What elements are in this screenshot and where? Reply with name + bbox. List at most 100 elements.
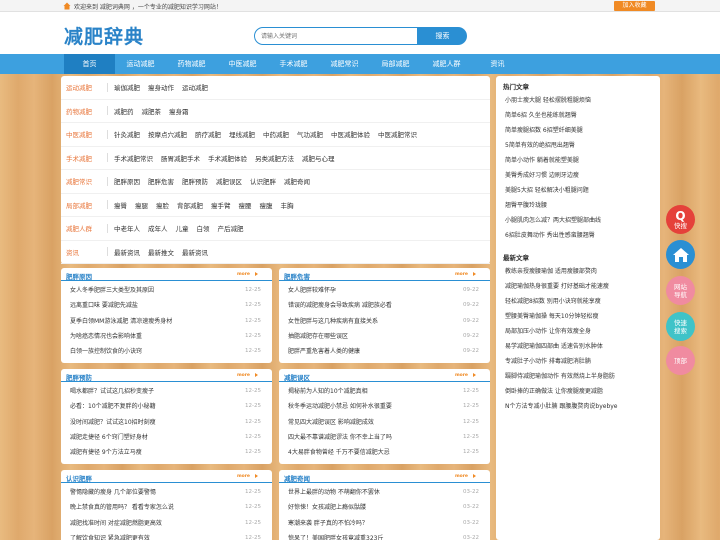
article-item[interactable]: 夏季白领MM游泳减肥 清凉速瘦秀身材 12-25 [61,314,272,329]
article-item[interactable]: 减肥找准时间 对症减肥燃脂更高效 12-25 [61,516,272,531]
sidebar-article[interactable]: 轻松减肥8招数 别用小诀窍就能享瘦 [505,294,655,309]
article-title[interactable]: 晚上禁食真的管用吗？ 看看专家怎么说 [70,504,174,511]
category-link[interactable]: 最新推文 [148,247,174,257]
article-title[interactable]: 世界上最胖的动物 不萌翻你不罢休 [288,489,380,496]
article-title[interactable]: 四大最不靠谱减肥谬法 你不幸上当了吗 [288,434,392,441]
more-link[interactable]: more [455,373,468,378]
article-item[interactable]: 减肥走捷径 6个窍门塑好身材 12-25 [61,430,272,445]
article-item[interactable]: 必看：10个减肥不复胖的小秘籍 12-25 [61,399,272,414]
category-link[interactable]: 瘦身霜 [169,106,189,116]
category-name[interactable]: 资讯 [61,247,107,257]
sidebar-article[interactable]: 塑腰美臀瑜伽操 每天10分钟轻松瘦 [505,309,655,324]
category-name[interactable]: 局部减肥 [61,200,107,210]
category-link[interactable]: 减肥与心理 [302,153,335,163]
category-link[interactable]: 脐疗减肥 [195,129,221,139]
sidebar-article[interactable]: 教练亲授瘦腰瑜伽 适用瘦腰部赘肉 [505,264,655,279]
article-item[interactable]: 女性肥胖与这几种疾病有直接关系 09-22 [279,314,490,329]
category-link[interactable]: 瘦身动作 [148,82,174,92]
category-link[interactable]: 减肥茶 [142,106,162,116]
home-button[interactable] [666,240,695,269]
article-title[interactable]: 肥胖严重危害着人类的健康 [288,348,360,355]
nav-knowledge[interactable]: 减肥常识 [319,54,370,74]
article-item[interactable]: 晚上禁食真的管用吗？ 看看专家怎么说 12-25 [61,500,272,515]
sidebar-article[interactable]: 5简单有效的绝招甩出翘臀 [505,138,655,153]
article-title[interactable]: 女性肥胖与这几种疾病有直接关系 [288,318,378,325]
sidebar-article[interactable]: 专减肚子小动作 排毒减肥消肚腩 [505,354,655,369]
article-item[interactable]: 秋冬季运动减肥小禁忌 如何补水很重要 12-25 [279,399,490,414]
category-link[interactable]: 瘦腰 [239,200,252,210]
category-link[interactable]: 产后减肥 [218,223,244,233]
article-item[interactable]: 女人冬季肥胖三大类型及其原因 12-25 [61,283,272,298]
article-title[interactable]: 惊呆了！美国肥胖女孩竟减重323斤 [288,535,383,540]
category-link[interactable]: 瘦手臂 [211,200,231,210]
article-title[interactable]: 了解饮食知识 紧急减肥更有效 [70,535,150,540]
sidebar-article[interactable]: 6招肚皮舞动作 秀出性感蛮腰翘臀 [505,228,655,243]
article-item[interactable]: 揭秘前为人知的10个减肥真相 12-25 [279,384,490,399]
article-title[interactable]: 揭秘前为人知的10个减肥真相 [288,388,368,395]
more-link[interactable]: more [237,373,250,378]
category-link[interactable]: 中医减肥体验 [331,129,370,139]
sidebar-article[interactable]: 小腿肌肉怎么减？两大招塑腿部曲线 [505,213,655,228]
sidebar-article[interactable]: 简单6招 久坐也能练就翘臀 [505,108,655,123]
category-link[interactable]: 减肥奇闻 [284,176,310,186]
sidebar-article[interactable]: 美臀秀成好习惯 边刷牙边瘦 [505,168,655,183]
article-item[interactable]: 4大易胖食物曾经 千万不要信减肥大忌 12-25 [279,445,490,460]
nav-local[interactable]: 局部减肥 [370,54,421,74]
article-item[interactable]: 抽脂减肥存在哪些误区 09-22 [279,329,490,344]
category-link[interactable]: 成年人 [148,223,168,233]
nav-news[interactable]: 资讯 [472,54,523,74]
article-title[interactable]: 为啥癌恋情况也会影响体重 [70,333,142,340]
category-name[interactable]: 手术减肥 [61,153,107,163]
article-title[interactable]: 远离重口味 要减肥先减盐 [70,302,138,309]
category-link[interactable]: 丰胸 [281,200,294,210]
category-link[interactable]: 肥胖预防 [182,176,208,186]
article-title[interactable]: 女人冬季肥胖三大类型及其原因 [70,287,154,294]
category-link[interactable]: 肠胃减肥手术 [161,153,200,163]
category-link[interactable]: 另类减肥方法 [255,153,294,163]
article-item[interactable]: 世界上最胖的动物 不萌翻你不罢休 03-22 [279,485,490,500]
nav-people[interactable]: 减肥人群 [421,54,472,74]
site-logo[interactable]: 减肥辞典 [64,22,144,49]
nav-surgery[interactable]: 手术减肥 [268,54,319,74]
article-item[interactable]: 常见四大减肥误区 影响减肥成效 12-25 [279,415,490,430]
sidebar-article[interactable]: 翘臀平腹玲珑腰 [505,198,655,213]
article-title[interactable]: 好惊悚！女孩减肥上瘾似骷髅 [288,504,366,511]
site-nav-button[interactable]: 网站 导航 [666,276,695,305]
category-link[interactable]: 手术减肥常识 [114,153,153,163]
search-button[interactable]: 搜索 [418,27,467,45]
article-item[interactable]: 女人肥胖较难怀孕 09-22 [279,283,490,298]
article-title[interactable]: 减肥找准时间 对症减肥燃脂更高效 [70,520,162,527]
article-item[interactable]: 为啥癌恋情况也会影响体重 12-25 [61,329,272,344]
category-link[interactable]: 白领 [197,223,210,233]
article-item[interactable]: 远离重口味 要减肥先减盐 12-25 [61,298,272,313]
article-title[interactable]: 夏季白领MM游泳减肥 清凉速瘦秀身材 [70,318,172,325]
back-to-top-button[interactable]: 顶部 [666,346,695,375]
category-link[interactable]: 按摩点穴减肥 [148,129,187,139]
article-item[interactable]: 错误的减肥瘦身会导致疾病 减肥族必看 09-22 [279,298,490,313]
article-title[interactable]: 寒潮来袭 胖子真的不怕冷吗？ [288,520,368,527]
add-favorite-button[interactable]: 加入收藏 [614,1,655,11]
category-link[interactable]: 针灸减肥 [114,129,140,139]
article-title[interactable]: 女人肥胖较难怀孕 [288,287,336,294]
article-title[interactable]: 警惕隐藏的瘦身 几个部位要警惕 [70,489,156,496]
article-item[interactable]: 减肥有捷径 9个方法立马瘦 12-25 [61,445,272,460]
category-link[interactable]: 减肥误区 [216,176,242,186]
category-name[interactable]: 减肥人群 [61,223,107,233]
article-item[interactable]: 惊呆了！美国肥胖女孩竟减重323斤 03-22 [279,531,490,540]
article-title[interactable]: 秋冬季运动减肥小禁忌 如何补水很重要 [288,403,392,410]
nav-drug[interactable]: 药物减肥 [166,54,217,74]
article-title[interactable]: 减肥走捷径 6个窍门塑好身材 [70,434,148,441]
article-title[interactable]: 白领一族控制饮食的小诀窍 [70,348,142,355]
article-item[interactable]: 好惊悚！女孩减肥上瘾似骷髅 03-22 [279,500,490,515]
sidebar-article[interactable]: 简单小动作 躺着就能塑美腿 [505,153,655,168]
category-link[interactable]: 最新资讯 [182,247,208,257]
category-link[interactable]: 中医减肥常识 [378,129,417,139]
article-title[interactable]: 喝水都胖？试试这几招秒变瘦子 [70,388,154,395]
sidebar-article[interactable]: 简单瘦腿招数 6招塑纤细美腿 [505,123,655,138]
category-link[interactable]: 瘦臀 [114,200,127,210]
article-title[interactable]: 必看：10个减肥不复胖的小秘籍 [70,403,156,410]
article-title[interactable]: 常见四大减肥误区 影响减肥成效 [288,419,374,426]
category-link[interactable]: 儿童 [176,223,189,233]
sidebar-article[interactable]: 减肥瑜伽热身很重要 打好基础才能速瘦 [505,279,655,294]
article-item[interactable]: 寒潮来袭 胖子真的不怕冷吗？ 03-22 [279,516,490,531]
